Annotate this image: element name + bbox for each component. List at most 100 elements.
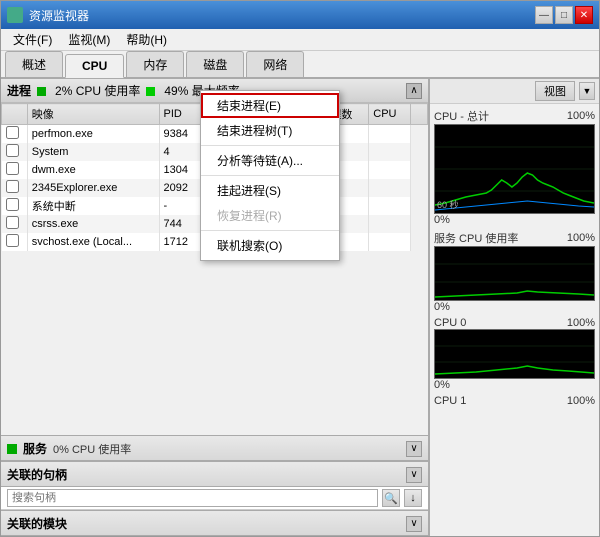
row-cpu xyxy=(369,179,411,197)
tab-memory[interactable]: 内存 xyxy=(126,51,184,77)
tab-network[interactable]: 网络 xyxy=(246,51,304,77)
col-header-image[interactable]: 映像 xyxy=(27,104,159,125)
cpu-total-section: CPU - 总计 100% xyxy=(434,108,595,226)
green-indicator2 xyxy=(146,84,158,98)
tab-cpu[interactable]: CPU xyxy=(65,54,124,78)
handles-search-btn[interactable]: 🔍 xyxy=(382,489,400,507)
cpu0-section: CPU 0 100% 0% xyxy=(434,317,595,391)
menu-monitor[interactable]: 监视(M) xyxy=(60,29,118,50)
menu-bar: 文件(F) 监视(M) 帮助(H) xyxy=(1,29,599,51)
service-cpu-min: 0% xyxy=(434,301,450,313)
cpu1-label: CPU 1 xyxy=(434,395,466,407)
process-expand-btn[interactable]: ∧ xyxy=(406,83,422,99)
row-image: 2345Explorer.exe xyxy=(27,179,159,197)
cpu0-graph xyxy=(434,329,595,379)
context-menu-separator xyxy=(201,175,339,176)
services-expand-btn[interactable]: ∨ xyxy=(406,441,422,457)
context-menu-item-suspend-process[interactable]: 挂起进程(S) xyxy=(201,178,339,203)
cpu-graphs: CPU - 总计 100% xyxy=(430,104,599,536)
cpu-total-label: CPU - 总计 xyxy=(434,108,489,124)
menu-file[interactable]: 文件(F) xyxy=(5,29,60,50)
row-checkbox[interactable] xyxy=(6,144,19,157)
minimize-button[interactable]: — xyxy=(535,6,553,24)
right-panel-header: 视图 ▼ xyxy=(430,79,599,104)
handles-section: 关联的句柄 ∨ 🔍 ↓ xyxy=(1,461,428,510)
modules-expand-btn[interactable]: ∨ xyxy=(406,516,422,532)
window-controls: — □ ✕ xyxy=(535,6,593,24)
cpu-time-label: 60 秒 xyxy=(437,198,459,211)
title-bar: 资源监视器 — □ ✕ xyxy=(1,1,599,29)
row-checkbox[interactable] xyxy=(6,162,19,175)
cpu0-min-row: 0% xyxy=(434,379,595,391)
col-header-scroll xyxy=(411,104,428,125)
cpu-usage-label: 2% CPU 使用率 xyxy=(55,82,140,99)
modules-header[interactable]: 关联的模块 ∨ xyxy=(1,511,428,536)
services-green-indicator xyxy=(7,444,17,454)
cpu1-label-row: CPU 1 100% xyxy=(434,395,595,407)
services-cpu-usage: 0% CPU 使用率 xyxy=(53,441,131,457)
row-checkbox[interactable] xyxy=(6,198,19,211)
col-header-check[interactable] xyxy=(2,104,28,125)
cpu-total-graph: 60 秒 xyxy=(434,124,595,214)
context-menu-item-resume-process[interactable]: 恢复进程(R) xyxy=(201,203,339,228)
services-header[interactable]: 服务 0% CPU 使用率 ∨ xyxy=(1,436,428,461)
row-image: System xyxy=(27,143,159,161)
services-title: 服务 xyxy=(23,440,47,457)
cpu0-label-row: CPU 0 100% xyxy=(434,317,595,329)
col-header-cpu[interactable]: CPU xyxy=(369,104,411,125)
window-title: 资源监视器 xyxy=(29,7,535,24)
cpu0-min: 0% xyxy=(434,379,450,391)
row-cpu xyxy=(369,233,411,251)
handles-search-input[interactable] xyxy=(7,489,378,507)
context-menu: 结束进程(E)结束进程树(T) 分析等待链(A)... 挂起进程(S)恢复进程(R)… xyxy=(200,90,340,261)
view-button[interactable]: 视图 xyxy=(535,81,575,101)
main-window: 资源监视器 — □ ✕ 文件(F) 监视(M) 帮助(H) 概述 CPU 内存 … xyxy=(0,0,600,537)
row-cpu xyxy=(369,197,411,215)
app-icon xyxy=(7,7,23,23)
row-checkbox[interactable] xyxy=(6,234,19,247)
menu-help[interactable]: 帮助(H) xyxy=(118,29,175,50)
cpu0-max: 100% xyxy=(567,317,595,329)
row-cpu xyxy=(369,161,411,179)
context-menu-item-end-process[interactable]: 结束进程(E) xyxy=(201,93,339,118)
context-menu-item-end-process-tree[interactable]: 结束进程树(T) xyxy=(201,118,339,143)
service-cpu-label: 服务 CPU 使用率 xyxy=(434,230,518,246)
service-cpu-max: 100% xyxy=(567,232,595,244)
row-checkbox[interactable] xyxy=(6,180,19,193)
row-checkbox[interactable] xyxy=(6,126,19,139)
row-cpu xyxy=(369,215,411,233)
service-cpu-label-row: 服务 CPU 使用率 100% xyxy=(434,230,595,246)
handles-expand-btn[interactable]: ∨ xyxy=(406,467,422,483)
green-indicator xyxy=(37,84,49,98)
row-image: svchost.exe (Local... xyxy=(27,233,159,251)
close-button[interactable]: ✕ xyxy=(575,6,593,24)
handles-title: 关联的句柄 xyxy=(7,466,67,483)
cpu-total-label-row: CPU - 总计 100% xyxy=(434,108,595,124)
service-cpu-section: 服务 CPU 使用率 100% 0% xyxy=(434,230,595,313)
row-image: dwm.exe xyxy=(27,161,159,179)
context-menu-separator xyxy=(201,230,339,231)
handles-filter-btn[interactable]: ↓ xyxy=(404,489,422,507)
cpu-total-max: 100% xyxy=(567,110,595,122)
service-cpu-min-row: 0% xyxy=(434,301,595,313)
modules-section: 关联的模块 ∨ xyxy=(1,510,428,536)
row-image: 系统中断 xyxy=(27,197,159,215)
view-dropdown-btn[interactable]: ▼ xyxy=(579,82,595,100)
maximize-button[interactable]: □ xyxy=(555,6,573,24)
tab-overview[interactable]: 概述 xyxy=(5,51,63,77)
context-menu-item-analyze-wait[interactable]: 分析等待链(A)... xyxy=(201,148,339,173)
row-image: csrss.exe xyxy=(27,215,159,233)
modules-title: 关联的模块 xyxy=(7,515,67,532)
row-checkbox[interactable] xyxy=(6,216,19,229)
tab-disk[interactable]: 磁盘 xyxy=(186,51,244,77)
context-menu-item-online-search[interactable]: 联机搜索(O) xyxy=(201,233,339,258)
cpu0-label: CPU 0 xyxy=(434,317,466,329)
row-cpu xyxy=(369,125,411,144)
service-cpu-svg xyxy=(435,247,594,300)
handles-header[interactable]: 关联的句柄 ∨ xyxy=(1,462,428,487)
services-section: 服务 0% CPU 使用率 ∨ xyxy=(1,435,428,461)
context-menu-separator xyxy=(201,145,339,146)
process-title: 进程 xyxy=(7,82,31,99)
right-panel: 视图 ▼ CPU - 总计 100% xyxy=(429,79,599,536)
cpu-total-min: 0% xyxy=(434,214,450,226)
